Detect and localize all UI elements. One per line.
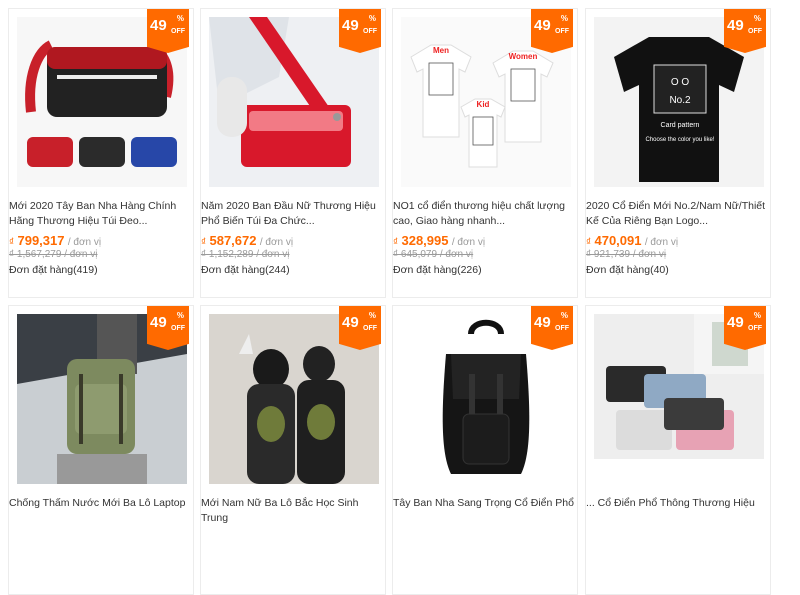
discount-badge: 49 % OFF xyxy=(724,9,766,53)
product-card[interactable]: O O No.2 Card pattern Choose the color y… xyxy=(585,8,771,298)
product-card[interactable]: 49 % OFF ... Cổ Điển Phổ Thông Thương Hi… xyxy=(585,305,771,595)
product-price: ₫ 470,091 / đơn vị xyxy=(586,233,678,248)
discount-percent: 49 xyxy=(727,17,744,34)
price-value: 470,091 xyxy=(594,233,642,248)
discount-percent: 49 xyxy=(342,17,359,34)
product-price: ₫ 328,995 / đơn vị xyxy=(393,233,485,248)
order-count: Đơn đặt hàng(244) xyxy=(201,264,290,276)
percent-sign: % xyxy=(176,311,184,320)
original-price-unit: / đơn vị xyxy=(439,249,474,260)
currency-symbol: ₫ xyxy=(393,237,399,248)
product-card[interactable]: 49 % OFF Tây Ban Nha Sang Trọng Cổ Điển … xyxy=(392,305,578,595)
off-label: OFF xyxy=(363,28,377,35)
product-card[interactable]: Men Women Kid 49 % OFF NO1 cổ điển thươn… xyxy=(392,8,578,298)
discount-badge: 49 % OFF xyxy=(724,306,766,350)
off-label: OFF xyxy=(555,28,569,35)
original-price-unit: / đơn vị xyxy=(64,249,98,260)
kid-label: Kid xyxy=(477,100,490,109)
product-grid: 49 % OFF Mới 2020 Tây Ban Nha Hàng Chính… xyxy=(0,0,800,595)
original-price-unit: / đơn vị xyxy=(256,249,290,260)
off-label: OFF xyxy=(171,28,185,35)
no2-label: No.2 xyxy=(669,95,691,106)
product-card[interactable]: 49 % OFF Mới Nam Nữ Ba Lô Bắc Học Sinh T… xyxy=(200,305,386,595)
price-unit: / đơn vị xyxy=(451,237,486,248)
choose-color-label: Choose the color you like! xyxy=(645,137,714,143)
discount-percent: 49 xyxy=(534,17,551,34)
discount-percent: 49 xyxy=(534,314,551,331)
original-price-value: ₫ 645,079 xyxy=(393,249,438,260)
percent-sign: % xyxy=(560,311,568,320)
card-pattern-label: Card pattern xyxy=(661,122,700,129)
off-label: OFF xyxy=(363,325,377,332)
off-label: OFF xyxy=(748,28,762,35)
svg-text:O O: O O xyxy=(671,77,690,88)
product-title[interactable]: Chống Thấm Nước Mới Ba Lô Laptop xyxy=(9,496,193,526)
product-title[interactable]: 2020 Cổ Điển Mới No.2/Nam Nữ/Thiết Kế Củ… xyxy=(586,199,770,229)
off-label: OFF xyxy=(555,325,569,332)
original-price: ₫ 921,739 / đơn vị xyxy=(586,249,666,260)
product-card[interactable]: 49 % OFF Mới 2020 Tây Ban Nha Hàng Chính… xyxy=(8,8,194,298)
product-card[interactable]: 49 % OFF Năm 2020 Ban Đầu Nữ Thương Hiệu… xyxy=(200,8,386,298)
women-label: Women xyxy=(509,52,538,61)
original-price-value: ₫ 1,567,279 xyxy=(9,249,62,260)
discount-badge: 49 % OFF xyxy=(147,9,189,53)
discount-badge: 49 % OFF xyxy=(531,9,573,53)
discount-percent: 49 xyxy=(727,314,744,331)
original-price-value: ₫ 921,739 xyxy=(586,249,631,260)
discount-badge: 49 % OFF xyxy=(339,306,381,350)
currency-symbol: ₫ xyxy=(586,237,592,248)
percent-sign: % xyxy=(753,311,761,320)
order-count: Đơn đặt hàng(419) xyxy=(9,264,98,276)
discount-badge: 49 % OFF xyxy=(531,306,573,350)
original-price: ₫ 1,152,289 / đơn vị xyxy=(201,249,289,260)
original-price: ₫ 1,567,279 / đơn vị xyxy=(9,249,97,260)
price-value: 587,672 xyxy=(209,233,257,248)
currency-symbol: ₫ xyxy=(9,237,15,248)
original-price-value: ₫ 1,152,289 xyxy=(201,249,254,260)
discount-percent: 49 xyxy=(342,314,359,331)
price-value: 328,995 xyxy=(401,233,449,248)
product-price: ₫ 587,672 / đơn vị xyxy=(201,233,293,248)
percent-sign: % xyxy=(368,14,376,23)
off-label: OFF xyxy=(171,325,185,332)
discount-percent: 49 xyxy=(150,17,167,34)
discount-percent: 49 xyxy=(150,314,167,331)
product-title[interactable]: ... Cổ Điển Phổ Thông Thương Hiệu xyxy=(586,496,770,526)
product-card[interactable]: 49 % OFF Chống Thấm Nước Mới Ba Lô Lapto… xyxy=(8,305,194,595)
percent-sign: % xyxy=(176,14,184,23)
discount-badge: 49 % OFF xyxy=(147,306,189,350)
order-count: Đơn đặt hàng(226) xyxy=(393,264,482,276)
order-count: Đơn đặt hàng(40) xyxy=(586,264,669,276)
percent-sign: % xyxy=(368,311,376,320)
product-title[interactable]: NO1 cổ điển thương hiệu chất lượng cao, … xyxy=(393,199,577,229)
price-unit: / đơn vị xyxy=(259,237,294,248)
product-title[interactable]: Tây Ban Nha Sang Trọng Cổ Điển Phổ xyxy=(393,496,577,526)
price-unit: / đơn vị xyxy=(67,237,102,248)
product-title[interactable]: Mới Nam Nữ Ba Lô Bắc Học Sinh Trung xyxy=(201,496,385,526)
currency-symbol: ₫ xyxy=(201,237,207,248)
product-title[interactable]: Năm 2020 Ban Đầu Nữ Thương Hiệu Phổ Biến… xyxy=(201,199,385,229)
product-price: ₫ 799,317 / đơn vị xyxy=(9,233,101,248)
men-label: Men xyxy=(433,46,449,55)
percent-sign: % xyxy=(560,14,568,23)
discount-badge: 49 % OFF xyxy=(339,9,381,53)
price-unit: / đơn vị xyxy=(644,237,679,248)
price-value: 799,317 xyxy=(17,233,65,248)
original-price-unit: / đơn vị xyxy=(632,249,667,260)
percent-sign: % xyxy=(753,14,761,23)
off-label: OFF xyxy=(748,325,762,332)
original-price: ₫ 645,079 / đơn vị xyxy=(393,249,473,260)
product-title[interactable]: Mới 2020 Tây Ban Nha Hàng Chính Hãng Thư… xyxy=(9,199,193,229)
